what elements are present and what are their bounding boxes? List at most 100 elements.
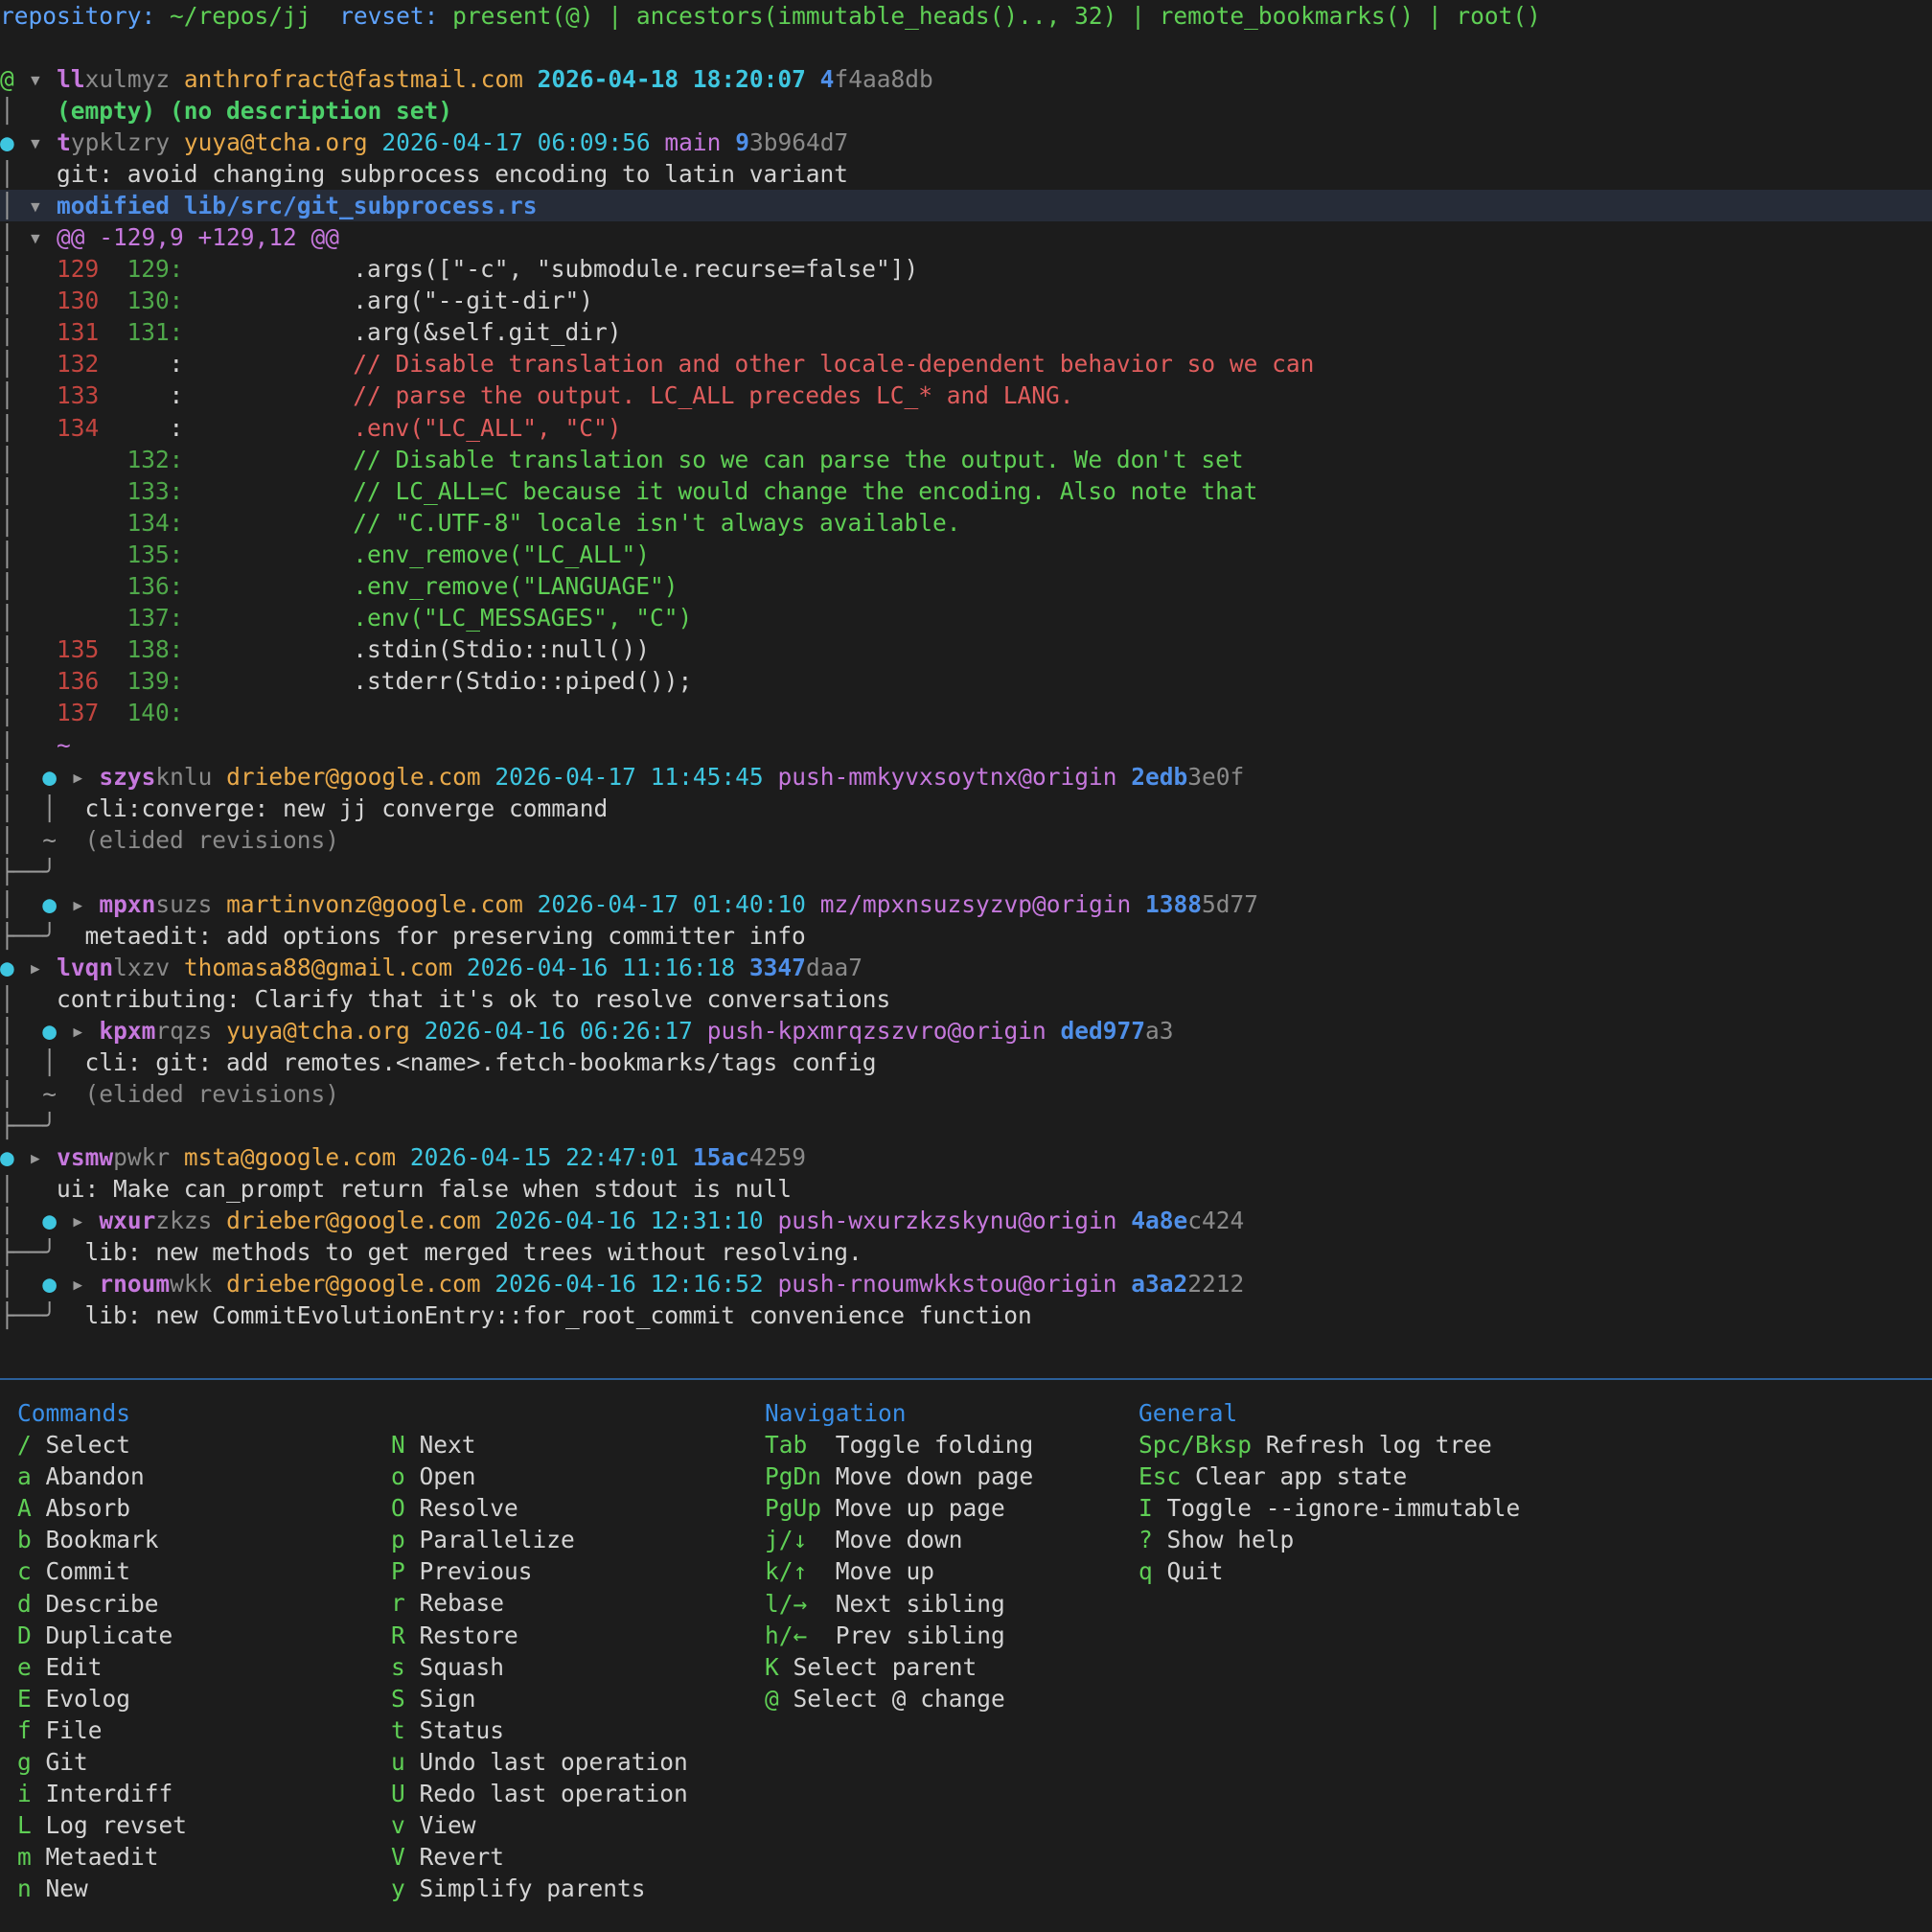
diff-line-add: │ 136: .env_remove("LANGUAGE"): [0, 570, 1932, 602]
commit-description-row: │ ui: Make can_prompt return false when …: [0, 1175, 793, 1203]
help-key: I: [1138, 1494, 1153, 1523]
help-item: PgUp Move up page: [765, 1492, 1033, 1524]
fold-toggle-icon[interactable]: ▾: [29, 128, 43, 156]
commit-bookmark: push-kpxmrqzszvro@origin: [706, 1017, 1046, 1045]
log-row-working-copy[interactable]: @ ▾ llxulmyz anthrofract@fastmail.com 20…: [0, 63, 1932, 95]
revset-header: repository: ~/repos/jj revset: present(@…: [0, 0, 1932, 32]
diff-line-ctx: │ 131 131: .arg(&self.git_dir): [0, 316, 1932, 348]
new-line-number: 132: [126, 445, 170, 473]
commit-node-icon: ●: [0, 128, 14, 156]
change-id-prefix: ll: [57, 65, 85, 93]
diff-line-add: │ 132: // Disable translation so we can …: [0, 444, 1932, 475]
help-label: Previous: [419, 1557, 533, 1586]
help-label: Edit: [45, 1652, 103, 1681]
diff-line-text: .arg("--git-dir"): [183, 287, 594, 315]
diff-line-text: .env("LC_ALL", "C"): [183, 413, 622, 442]
help-item: Esc Clear app state: [1138, 1460, 1520, 1492]
log-row-commit[interactable]: │ ● ▸ wxurzkzs drieber@google.com 2026-0…: [0, 1205, 1932, 1236]
commit-node-icon: ●: [0, 954, 14, 981]
old-line-number: 130: [57, 287, 100, 315]
commit-hash-rest: a3: [1145, 1017, 1174, 1045]
log-row-commit[interactable]: │ ● ▸ szysknlu drieber@google.com 2026-0…: [0, 761, 1932, 793]
repository-label: repository:: [0, 2, 156, 30]
new-line-number: 136: [126, 572, 170, 600]
commit-rest: lxzv: [113, 954, 171, 981]
help-item: ? Show help: [1138, 1524, 1520, 1555]
commit-hash-rest: 5d77: [1202, 890, 1259, 918]
commit-timestamp: 2026-04-16 11:16:18: [466, 954, 736, 981]
help-commands-col-a: Commands / Select a Abandon A Absorb b Book…: [17, 1397, 187, 1905]
help-key: i: [17, 1780, 32, 1808]
help-item: j/↓ Move down: [765, 1524, 1033, 1555]
fold-toggle-icon: ▸: [28, 954, 43, 981]
log-row-commit[interactable]: ● ▸ lvqnlxzv thomasa88@gmail.com 2026-04…: [0, 952, 1932, 983]
help-key: PgUp: [765, 1494, 822, 1523]
help-item: h/← Prev sibling: [765, 1620, 1033, 1651]
help-label: Prev sibling: [835, 1621, 1005, 1649]
commit-node-icon: ●: [42, 1270, 58, 1298]
commit-description: cli:converge: new jj converge command: [84, 794, 609, 822]
help-key: S: [391, 1684, 405, 1713]
diff-line-text: .args(["-c", "submodule.recurse=false"]): [183, 255, 919, 283]
elided-row: │ ~ (elided revisions): [0, 1080, 340, 1108]
help-general-col: General Spc/Bksp Refresh log tree Esc Cle…: [1138, 1397, 1520, 1588]
help-label: Next sibling: [835, 1589, 1005, 1618]
help-key: n: [17, 1874, 32, 1903]
help-label: Rebase: [419, 1589, 505, 1618]
help-item: N Next: [391, 1429, 688, 1460]
commit-rest: zkzs: [155, 1207, 213, 1234]
help-label: Redo last operation: [419, 1780, 688, 1808]
fold-toggle-icon[interactable]: ▾: [29, 65, 43, 93]
help-item: PgDn Move down page: [765, 1460, 1033, 1492]
help-label: Bookmark: [45, 1526, 159, 1554]
commit-timestamp: 2026-04-16 06:26:17: [424, 1017, 693, 1045]
log-row-expanded[interactable]: ● ▾ typklzry yuya@tcha.org 2026-04-17 06…: [0, 126, 1932, 158]
help-section-title: General: [1138, 1399, 1238, 1427]
commit-description: lib: new CommitEvolutionEntry::for_root_…: [84, 1301, 1032, 1329]
help-item: i Interdiff: [17, 1778, 187, 1809]
help-key: f: [17, 1715, 32, 1744]
log-row-commit[interactable]: │ ● ▸ kpxmrqzs yuya@tcha.org 2026-04-16 …: [0, 1015, 1932, 1046]
diff-line-add: │ 137: .env("LC_MESSAGES", "C"): [0, 602, 1932, 633]
help-label: Absorb: [45, 1494, 131, 1523]
help-key: t: [391, 1715, 405, 1744]
diff-line-text: // "C.UTF-8" locale isn't always availab…: [183, 508, 961, 537]
new-line-number: 138: [126, 635, 170, 664]
help-item: t Status: [391, 1714, 688, 1746]
help-label: Duplicate: [45, 1621, 173, 1649]
help-item: g Git: [17, 1746, 187, 1778]
file-header-row[interactable]: │ ▾ modified lib/src/git_subprocess.rs: [0, 190, 1932, 222]
diff-line-text: // Disable translation and other locale-…: [183, 350, 1315, 379]
old-line-number: 131: [57, 318, 100, 347]
help-label: Squash: [419, 1652, 505, 1681]
revset-label: revset:: [339, 2, 439, 30]
diff-line-text: .stdin(Stdio::null()): [183, 635, 651, 664]
help-item: I Toggle --ignore-immutable: [1138, 1492, 1520, 1524]
help-key: V: [391, 1843, 405, 1872]
help-item: L Log revset: [17, 1809, 187, 1841]
commit-description: cli: git: add remotes.<name>.fetch-bookm…: [84, 1048, 877, 1076]
help-label: Refresh log tree: [1265, 1431, 1492, 1460]
file-header: modified lib/src/git_subprocess.rs: [57, 192, 538, 219]
log-row-commit[interactable]: ● ▸ vsmwpwkr msta@google.com 2026-04-15 …: [0, 1141, 1932, 1173]
commit-id: mpxn: [99, 890, 156, 918]
commit-node-icon: ●: [42, 1017, 58, 1045]
help-key: /: [17, 1431, 32, 1460]
working-copy-marker: @: [0, 65, 14, 93]
help-item: d Describe: [17, 1588, 187, 1620]
help-key: A: [17, 1494, 32, 1523]
diff-line-add: │ 135: .env_remove("LC_ALL"): [0, 539, 1932, 570]
commit-id: rnoum: [99, 1270, 171, 1298]
help-label: Metaedit: [45, 1843, 159, 1872]
help-item: o Open: [391, 1460, 688, 1492]
log-row-commit[interactable]: │ ● ▸ mpxnsuzs martinvonz@google.com 202…: [0, 888, 1932, 920]
commit-timestamp: 2026-04-16 12:16:52: [494, 1270, 764, 1298]
revset-value[interactable]: present(@) | ancestors(immutable_heads()…: [452, 2, 1541, 30]
help-item: f File: [17, 1714, 187, 1746]
hunk-header-row[interactable]: │ ▾ @@ -129,9 +129,12 @@: [0, 221, 1932, 253]
help-key: q: [1138, 1557, 1153, 1586]
old-line-number: 137: [57, 699, 100, 727]
help-item: v View: [391, 1809, 688, 1841]
log-row-commit[interactable]: │ ● ▸ rnoumwkk drieber@google.com 2026-0…: [0, 1268, 1932, 1300]
commit-description: git: avoid changing subprocess encoding …: [57, 160, 849, 188]
